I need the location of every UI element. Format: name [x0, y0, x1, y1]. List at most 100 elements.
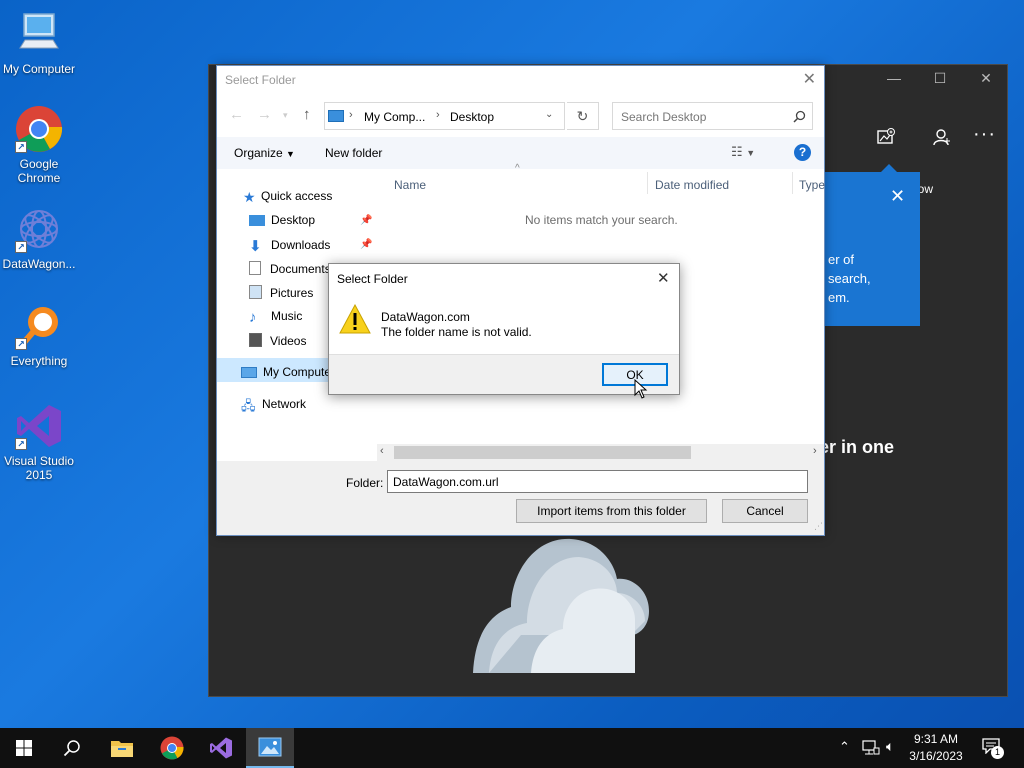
close-button[interactable]: ✕ [971, 70, 1001, 87]
star-icon: ★ [243, 189, 256, 205]
import-photo-icon[interactable] [877, 128, 895, 151]
minimize-button[interactable]: — [879, 70, 909, 86]
nav-network[interactable]: 🖧 Network [241, 397, 307, 413]
breadcrumb-my-computer[interactable]: My Comp... [364, 110, 425, 124]
search-icon [63, 740, 80, 757]
shortcut-arrow-icon: ↗ [15, 438, 27, 450]
mouse-cursor-icon [634, 379, 648, 399]
recent-chevron-icon[interactable]: ▾ [283, 110, 288, 121]
chrome-icon [160, 736, 184, 760]
nav-documents[interactable]: Documents [249, 261, 331, 276]
back-arrow-icon[interactable]: ← [229, 106, 244, 123]
network-status-icon[interactable] [862, 740, 880, 756]
folder-icon [111, 741, 133, 757]
nav-downloads[interactable]: ⬇ Downloads [249, 237, 331, 255]
nav-label: My Computer [263, 365, 336, 379]
column-divider [792, 172, 793, 194]
nav-pictures[interactable]: Pictures [249, 285, 313, 300]
help-icon[interactable]: ? [794, 144, 811, 161]
desktop-icon-everything[interactable]: ↗ Everything [0, 302, 78, 368]
network-icon: 🖧 [241, 398, 256, 413]
cloud-illustration-icon [473, 538, 649, 673]
scroll-right-icon[interactable]: › [813, 445, 817, 457]
action-center-button[interactable]: 1 [982, 738, 1004, 759]
desktop-icon-visual-studio[interactable]: ↗ Visual Studio 2015 [0, 402, 78, 482]
new-folder-button[interactable]: New folder [325, 146, 382, 160]
nav-my-computer[interactable]: My Computer [241, 365, 335, 379]
folder-name-input[interactable]: DataWagon.com.url [387, 470, 808, 493]
pin-icon: 📌 [360, 215, 373, 226]
chrome-icon: ↗ [15, 105, 63, 153]
view-options-icon[interactable]: ☷ ▼ [731, 144, 755, 160]
chevron-down-icon: ▼ [286, 149, 295, 159]
up-arrow-icon[interactable]: ↑ [303, 106, 311, 123]
maximize-button[interactable]: ☐ [925, 70, 955, 87]
cancel-button[interactable]: Cancel [722, 499, 808, 523]
taskbar-file-explorer[interactable] [98, 728, 146, 768]
taskbar-visual-studio[interactable] [197, 728, 245, 768]
scrollbar-thumb[interactable] [394, 446, 691, 459]
tip-text-line: em. [828, 290, 850, 305]
datawagon-icon: ↗ [15, 205, 63, 253]
folder-name-value: DataWagon.com.url [393, 475, 499, 489]
clock-date[interactable]: 3/16/2023 [906, 749, 966, 763]
column-divider [647, 172, 648, 194]
more-options-icon[interactable]: ··· [973, 123, 996, 146]
message-box-close-button[interactable]: ✕ [657, 269, 670, 287]
nav-videos[interactable]: Videos [249, 333, 306, 348]
desktop-icon-my-computer[interactable]: My Computer [0, 10, 78, 76]
message-box-title: Select Folder [337, 272, 408, 286]
music-note-icon: ♪ [249, 309, 257, 326]
nav-label: Documents [270, 262, 331, 276]
address-dropdown-icon[interactable]: ⌄ [545, 109, 553, 120]
column-header-name[interactable]: Name [394, 178, 426, 192]
tip-panel: ✕ er of search, em. [824, 172, 920, 326]
clock-time[interactable]: 9:31 AM [906, 732, 966, 746]
search-placeholder: Search Desktop [621, 110, 707, 124]
tip-text-line: search, [828, 271, 871, 286]
search-input[interactable]: Search Desktop [612, 102, 813, 130]
forward-arrow-icon[interactable]: → [257, 106, 272, 123]
import-items-button[interactable]: Import items from this folder [516, 499, 707, 523]
desktop-icon-label: My Computer [2, 62, 76, 76]
organize-button[interactable]: Organize ▼ [234, 146, 295, 160]
nav-music[interactable]: ♪ Music [249, 309, 303, 326]
nav-quick-access[interactable]: ★ Quick access [243, 189, 332, 205]
folder-label: Folder: [346, 476, 384, 490]
shortcut-arrow-icon: ↗ [15, 241, 27, 253]
notification-count-badge: 1 [991, 746, 1004, 759]
desktop-icon-datawagon[interactable]: ↗ DataWagon... [0, 205, 78, 271]
add-person-icon[interactable] [933, 128, 951, 151]
photos-icon [258, 737, 282, 757]
nav-label: Downloads [271, 238, 331, 252]
message-box-footer: OK [329, 354, 679, 394]
nav-desktop[interactable]: Desktop [249, 213, 315, 227]
scroll-left-icon[interactable]: ‹ [380, 445, 384, 457]
horizontal-scrollbar[interactable]: ‹ › [377, 444, 824, 461]
volume-icon[interactable]: 🔈︎ [886, 738, 894, 755]
tip-close-icon[interactable]: ✕ [890, 186, 905, 207]
desktop-icon-google-chrome[interactable]: ↗ Google Chrome [0, 105, 78, 185]
taskbar-chrome[interactable] [148, 728, 196, 768]
refresh-button[interactable]: ↻ [567, 102, 599, 130]
column-header-date-modified[interactable]: Date modified [655, 178, 729, 192]
command-bar: Organize ▼ New folder ☷ ▼ ? [217, 137, 824, 169]
resize-grip-icon[interactable]: ⋰ [814, 521, 823, 532]
show-hidden-icons-chevron-icon[interactable]: ⌃ [839, 739, 850, 755]
nav-label: Music [271, 309, 303, 323]
start-button[interactable] [0, 728, 48, 768]
column-header-type[interactable]: Type [799, 178, 825, 192]
address-bar[interactable]: › My Comp... › Desktop ⌄ [324, 102, 565, 130]
dialog-title: Select Folder [225, 73, 296, 87]
download-arrow-icon: ⬇ [249, 238, 262, 255]
taskbar-photos[interactable] [246, 728, 294, 768]
organize-label: Organize [234, 146, 283, 160]
taskbar-search-button[interactable] [48, 728, 96, 768]
search-icon [793, 110, 806, 123]
message-line-error: The folder name is not valid. [381, 325, 532, 339]
nav-label: Videos [270, 334, 307, 348]
breadcrumb-desktop[interactable]: Desktop [450, 110, 494, 124]
dialog-close-button[interactable]: ✕ [803, 69, 816, 89]
dialog-footer: Folder: DataWagon.com.url Import items f… [217, 461, 824, 535]
nav-label: Network [262, 397, 307, 411]
